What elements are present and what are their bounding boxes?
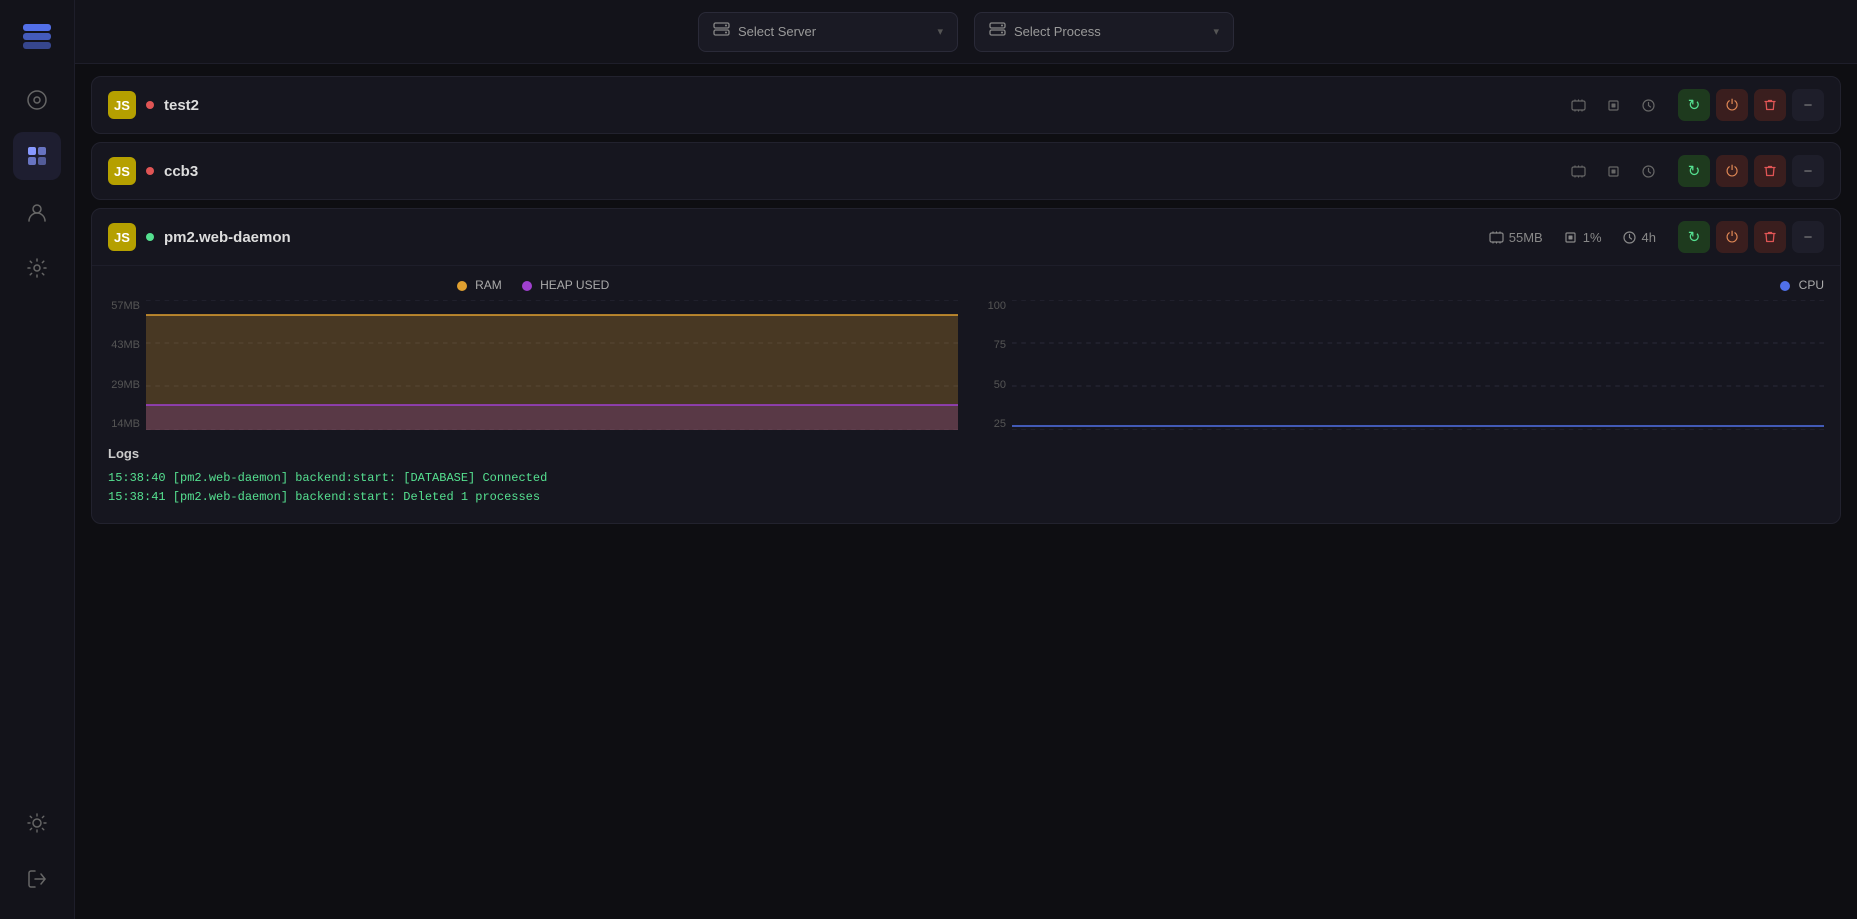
process-card-test2: JS test2 ↻ ⏻ — [91, 76, 1841, 134]
process-name-pm2-web-daemon: pm2.web-daemon — [164, 229, 1479, 246]
sidebar-bottom — [13, 799, 61, 903]
ram-svg — [146, 300, 958, 430]
ram-svg-wrap — [146, 300, 958, 430]
log-line-1: 15:38:40 [pm2.web-daemon] backend:start:… — [108, 469, 1824, 488]
meta-cpu-test2 — [1606, 98, 1621, 113]
cpu-svg — [1012, 300, 1824, 430]
process-meta-pm2-web-daemon: 55MB 1% 4h — [1489, 230, 1656, 245]
process-name-ccb3: ccb3 — [164, 163, 1561, 180]
sidebar-item-theme[interactable] — [13, 799, 61, 847]
topbar: Select Server ▾ Select Process ▾ — [75, 0, 1857, 64]
process-name-test2: test2 — [164, 97, 1561, 114]
process-actions-ccb3: ↻ ⏻ − — [1678, 155, 1824, 187]
refresh-button-ccb3[interactable]: ↻ — [1678, 155, 1710, 187]
refresh-button-pm2-web-daemon[interactable]: ↻ — [1678, 221, 1710, 253]
select-process-chevron: ▾ — [1213, 25, 1219, 38]
sidebar-item-monitor[interactable] — [13, 76, 61, 124]
meta-cpu-ccb3 — [1606, 164, 1621, 179]
sidebar-item-logout[interactable] — [13, 855, 61, 903]
cpu-chart-wrap: 100 75 50 25 — [974, 300, 1824, 430]
delete-button-ccb3[interactable] — [1754, 155, 1786, 187]
process-header-test2: JS test2 ↻ ⏻ — [92, 77, 1840, 133]
cpu-legend: CPU — [974, 278, 1824, 292]
log-line-2: 15:38:41 [pm2.web-daemon] backend:start:… — [108, 488, 1824, 507]
refresh-button-test2[interactable]: ↻ — [1678, 89, 1710, 121]
meta-uptime-pm2-web-daemon: 4h — [1622, 230, 1656, 245]
select-server-label: Select Server — [738, 24, 929, 39]
cpu-value-pm2-web-daemon: 1% — [1583, 230, 1602, 245]
logs-title: Logs — [108, 446, 1824, 461]
sidebar-item-dashboard[interactable] — [13, 132, 61, 180]
collapse-button-test2[interactable]: − — [1792, 89, 1824, 121]
select-server-chevron: ▾ — [937, 25, 943, 38]
power-button-test2[interactable]: ⏻ — [1716, 89, 1748, 121]
process-header-ccb3: JS ccb3 ↻ ⏻ — [92, 143, 1840, 199]
process-actions-pm2-web-daemon: ↻ ⏻ − — [1678, 221, 1824, 253]
process-badge-ccb3: JS — [108, 157, 136, 185]
meta-ram-pm2-web-daemon: 55MB — [1489, 230, 1543, 245]
collapse-button-pm2-web-daemon[interactable]: − — [1792, 221, 1824, 253]
main-area: Select Server ▾ Select Process ▾ JS t — [75, 0, 1857, 919]
server-icon — [713, 21, 730, 43]
legend-ram-dot — [457, 281, 467, 291]
process-meta-test2 — [1571, 98, 1656, 113]
process-card-pm2-web-daemon: JS pm2.web-daemon 55MB 1% 4h — [91, 208, 1841, 524]
power-button-ccb3[interactable]: ⏻ — [1716, 155, 1748, 187]
process-badge-test2: JS — [108, 91, 136, 119]
legend-ram: RAM — [457, 278, 502, 292]
ram-yaxis: 57MB 43MB 29MB 14MB — [108, 300, 146, 430]
legend-heap-dot — [522, 281, 532, 291]
power-button-pm2-web-daemon[interactable]: ⏻ — [1716, 221, 1748, 253]
legend-cpu-dot — [1780, 281, 1790, 291]
cpu-yaxis: 100 75 50 25 — [974, 300, 1012, 430]
select-server-dropdown[interactable]: Select Server ▾ — [698, 12, 958, 52]
ram-heap-chart: RAM HEAP USED 57MB 43MB 29MB — [108, 278, 958, 430]
delete-button-test2[interactable] — [1754, 89, 1786, 121]
cpu-chart: CPU 100 75 50 25 — [974, 278, 1824, 430]
process-list: JS test2 ↻ ⏻ — [75, 64, 1857, 919]
sidebar-item-users[interactable] — [13, 188, 61, 236]
process-icon — [989, 21, 1006, 43]
process-status-dot-ccb3 — [146, 167, 154, 175]
uptime-value-pm2-web-daemon: 4h — [1642, 230, 1656, 245]
cpu-svg-wrap — [1012, 300, 1824, 430]
process-badge-pm2-web-daemon: JS — [108, 223, 136, 251]
ram-value-pm2-web-daemon: 55MB — [1509, 230, 1543, 245]
meta-cpu-pm2-web-daemon: 1% — [1563, 230, 1602, 245]
process-header-pm2-web-daemon: JS pm2.web-daemon 55MB 1% 4h — [92, 209, 1840, 265]
meta-ram-test2 — [1571, 98, 1586, 113]
collapse-button-ccb3[interactable]: − — [1792, 155, 1824, 187]
process-card-ccb3: JS ccb3 ↻ ⏻ — [91, 142, 1841, 200]
process-actions-test2: ↻ ⏻ − — [1678, 89, 1824, 121]
legend-heap: HEAP USED — [522, 278, 609, 292]
sidebar-item-settings[interactable] — [13, 244, 61, 292]
process-body-pm2-web-daemon: RAM HEAP USED 57MB 43MB 29MB — [92, 265, 1840, 523]
process-status-dot-pm2-web-daemon — [146, 233, 154, 241]
ram-chart-wrap: 57MB 43MB 29MB 14MB — [108, 300, 958, 430]
sidebar — [0, 0, 75, 919]
app-logo — [17, 16, 57, 56]
charts-area: RAM HEAP USED 57MB 43MB 29MB — [108, 278, 1824, 430]
logs-section: Logs 15:38:40 [pm2.web-daemon] backend:s… — [108, 446, 1824, 507]
ram-heap-legend: RAM HEAP USED — [108, 278, 958, 292]
process-meta-ccb3 — [1571, 164, 1656, 179]
meta-uptime-ccb3 — [1641, 164, 1656, 179]
select-process-dropdown[interactable]: Select Process ▾ — [974, 12, 1234, 52]
select-process-label: Select Process — [1014, 24, 1205, 39]
process-status-dot-test2 — [146, 101, 154, 109]
delete-button-pm2-web-daemon[interactable] — [1754, 221, 1786, 253]
legend-cpu: CPU — [1780, 278, 1824, 292]
meta-uptime-test2 — [1641, 98, 1656, 113]
meta-ram-ccb3 — [1571, 164, 1586, 179]
